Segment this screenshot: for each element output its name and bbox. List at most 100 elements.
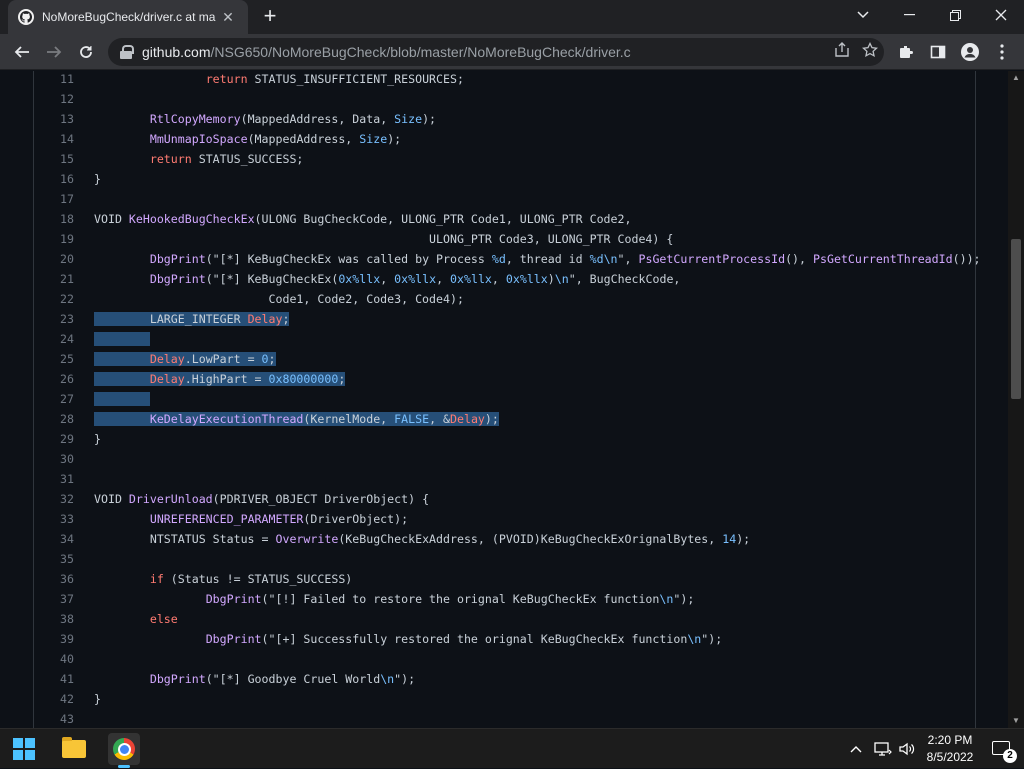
code-text: ULONG_PTR Code3, ULONG_PTR Code4) { [94, 232, 674, 246]
line-number[interactable]: 26 [34, 369, 74, 389]
network-icon[interactable] [874, 729, 892, 769]
line-number[interactable]: 24 [34, 329, 74, 349]
tab-search-icon[interactable] [840, 0, 886, 30]
lock-icon[interactable] [120, 45, 134, 59]
code-line: 35 [34, 549, 976, 569]
line-number[interactable]: 28 [34, 409, 74, 429]
notification-badge: 2 [1003, 749, 1017, 763]
line-number[interactable]: 21 [34, 269, 74, 289]
browser-tab[interactable]: NoMoreBugCheck/driver.c at ma ✕ [8, 0, 248, 34]
code-line: 31 [34, 469, 976, 489]
code-text [94, 389, 150, 409]
line-number[interactable]: 18 [34, 209, 74, 229]
page-scrollbar[interactable]: ▲ ▼ [1008, 71, 1024, 728]
chrome-taskbar-button[interactable] [108, 733, 140, 765]
line-number[interactable]: 11 [34, 71, 74, 89]
line-number[interactable]: 35 [34, 549, 74, 569]
code-text: Delay.LowPart = 0; [94, 349, 276, 369]
menu-kebab-icon[interactable] [988, 38, 1016, 66]
code-text: DbgPrint("[!] Failed to restore the orig… [205, 592, 695, 606]
code-text: Code1, Code2, Code3, Code4); [94, 292, 464, 306]
code-text: RtlCopyMemory(MappedAddress, Data, Size)… [149, 112, 437, 126]
line-number[interactable]: 12 [34, 89, 74, 109]
code-line: 13 RtlCopyMemory(MappedAddress, Data, Si… [34, 109, 976, 129]
scrollbar-thumb[interactable] [1011, 239, 1021, 399]
code-line: 29} [34, 429, 976, 449]
line-number[interactable]: 38 [34, 609, 74, 629]
code-line: 36 if (Status != STATUS_SUCCESS) [34, 569, 976, 589]
code-text: VOID KeHookedBugCheckEx(ULONG BugCheckCo… [94, 212, 632, 226]
code-line: 40 [34, 649, 976, 669]
browser-toolbar: github.com/NSG650/NoMoreBugCheck/blob/ma… [0, 34, 1024, 70]
profile-avatar[interactable] [956, 38, 984, 66]
chrome-icon [113, 738, 135, 760]
line-number[interactable]: 42 [34, 689, 74, 709]
code-line: 14 MmUnmapIoSpace(MappedAddress, Size); [34, 129, 976, 149]
scroll-down-arrow-icon[interactable]: ▼ [1008, 714, 1024, 728]
volume-icon[interactable] [898, 729, 916, 769]
code-text [94, 329, 150, 349]
show-hidden-icons-button[interactable] [850, 729, 862, 769]
code-text: UNREFERENCED_PARAMETER(DriverObject); [149, 512, 409, 526]
line-number[interactable]: 25 [34, 349, 74, 369]
line-number[interactable]: 33 [34, 509, 74, 529]
code-line: 22 Code1, Code2, Code3, Code4); [34, 289, 976, 309]
minimize-button[interactable] [886, 0, 932, 30]
line-number[interactable]: 19 [34, 229, 74, 249]
address-bar[interactable]: github.com/NSG650/NoMoreBugCheck/blob/ma… [108, 38, 884, 66]
side-panel-icon[interactable] [924, 38, 952, 66]
line-number[interactable]: 20 [34, 249, 74, 269]
code-line: 16} [34, 169, 976, 189]
close-window-button[interactable] [978, 0, 1024, 30]
code-line: 18 VOID KeHookedBugCheckEx(ULONG BugCheck… [34, 209, 976, 229]
code-line: 12 [34, 89, 976, 109]
code-line: 28 KeDelayExecutionThread(KernelMode, FA… [34, 409, 976, 429]
line-number[interactable]: 43 [34, 709, 74, 728]
share-icon[interactable] [834, 42, 850, 61]
start-button[interactable] [8, 733, 40, 765]
line-number[interactable]: 30 [34, 449, 74, 469]
reload-button[interactable] [72, 38, 100, 66]
file-explorer-button[interactable] [58, 733, 90, 765]
code-text: if (Status != STATUS_SUCCESS) [149, 572, 353, 586]
code-line: 32 VOID DriverUnload(PDRIVER_OBJECT Drive… [34, 489, 976, 509]
line-number[interactable]: 16 [34, 169, 74, 189]
code-line: 30 [34, 449, 976, 469]
url-host: github.com [142, 44, 211, 60]
windows-taskbar: 2:20 PM 8/5/2022 2 [0, 728, 1024, 768]
code-text: else [149, 612, 178, 626]
restore-button[interactable] [932, 0, 978, 30]
code-line: 41 DbgPrint("[*] Goodbye Cruel World\n")… [34, 669, 976, 689]
line-number[interactable]: 31 [34, 469, 74, 489]
tab-close-icon[interactable]: ✕ [218, 7, 238, 27]
line-number[interactable]: 36 [34, 569, 74, 589]
line-number[interactable]: 23 [34, 309, 74, 329]
line-number[interactable]: 40 [34, 649, 74, 669]
line-number[interactable]: 29 [34, 429, 74, 449]
code-line: 34 NTSTATUS Status = Overwrite(KeBugChec… [34, 529, 976, 549]
line-number[interactable]: 13 [34, 109, 74, 129]
line-number[interactable]: 34 [34, 529, 74, 549]
scroll-up-arrow-icon[interactable]: ▲ [1008, 71, 1024, 85]
code-text: NTSTATUS Status = Overwrite(KeBugCheckEx… [94, 532, 751, 546]
forward-button[interactable] [40, 38, 68, 66]
bookmark-star-icon[interactable] [862, 41, 878, 61]
line-number[interactable]: 14 [34, 129, 74, 149]
line-number[interactable]: 41 [34, 669, 74, 689]
clock[interactable]: 2:20 PM 8/5/2022 [920, 732, 980, 766]
line-number[interactable]: 39 [34, 629, 74, 649]
new-tab-button[interactable]: + [258, 5, 282, 29]
code-text: KeDelayExecutionThread(KernelMode, FALSE… [94, 409, 499, 429]
extensions-icon[interactable] [892, 38, 920, 66]
line-number[interactable]: 32 [34, 489, 74, 509]
clock-date: 8/5/2022 [926, 750, 974, 764]
github-icon [18, 9, 34, 25]
line-number[interactable]: 17 [34, 189, 74, 209]
line-number[interactable]: 22 [34, 289, 74, 309]
code-text: DbgPrint("[*] Goodbye Cruel World\n"); [149, 672, 416, 686]
back-button[interactable] [8, 38, 36, 66]
line-number[interactable]: 37 [34, 589, 74, 609]
code-text: LARGE_INTEGER Delay; [94, 312, 290, 326]
line-number[interactable]: 15 [34, 149, 74, 169]
line-number[interactable]: 27 [34, 389, 74, 409]
